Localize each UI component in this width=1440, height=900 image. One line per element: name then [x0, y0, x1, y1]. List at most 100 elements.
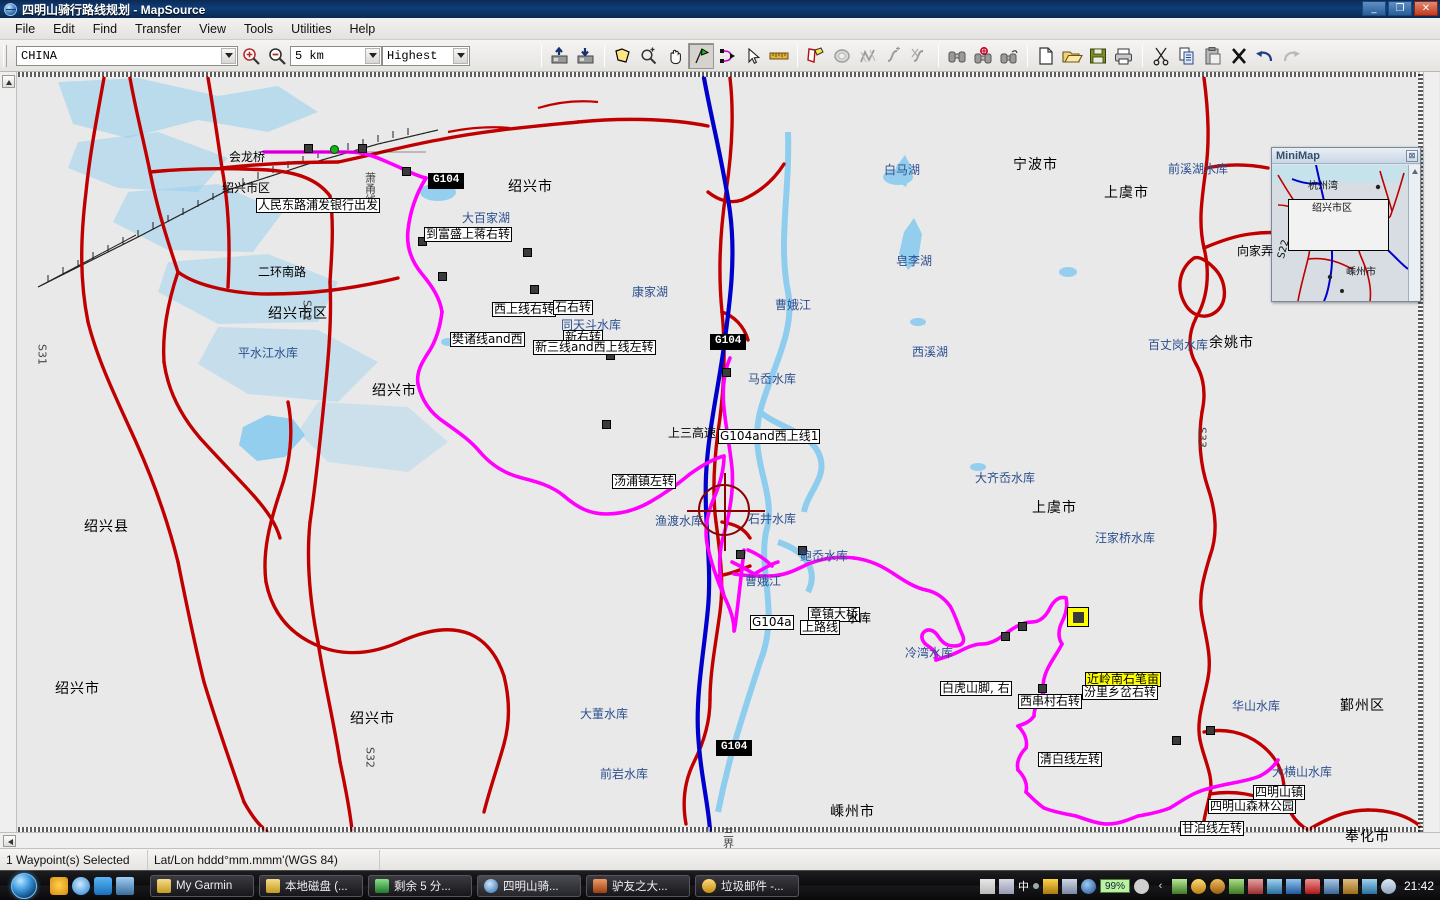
map-area[interactable]: 5 km GPS Map Detail MiniMap ⊠	[0, 72, 1440, 848]
update-icon[interactable]	[1190, 878, 1206, 894]
network-icon[interactable]	[1361, 878, 1377, 894]
media-player-icon[interactable]	[94, 876, 112, 895]
minimap-panel[interactable]: MiniMap ⊠ 杭州湾 绍兴市区 嵊州市 S22	[1271, 147, 1421, 302]
zoom-level-select[interactable]: 5 km	[290, 45, 382, 66]
security-shield-icon[interactable]	[1285, 878, 1301, 894]
waypoint-marker[interactable]	[1206, 726, 1215, 735]
scroll-left-arrow-icon[interactable]	[3, 835, 16, 847]
arrow-select-tool-button[interactable]	[740, 43, 766, 69]
waypoint-marker[interactable]	[523, 248, 532, 257]
hand-pan-tool-button[interactable]	[662, 43, 688, 69]
waypoint-marker[interactable]	[722, 368, 731, 377]
qq-icon[interactable]	[1209, 878, 1225, 894]
paste-button[interactable]	[1200, 43, 1226, 69]
waypoint-marker[interactable]	[358, 144, 367, 153]
map-product-select[interactable]: CHINA	[16, 45, 238, 66]
measure-ruler-button[interactable]	[766, 43, 792, 69]
waypoint-flag-tool-button[interactable]	[688, 42, 714, 69]
waypoint-start-marker[interactable]	[330, 145, 339, 154]
waypoint-marker[interactable]	[736, 550, 745, 559]
send-to-device-button[interactable]	[547, 43, 573, 69]
delete-x-button[interactable]	[1226, 43, 1252, 69]
toolbar-grip[interactable]	[3, 44, 7, 67]
task-button[interactable]: 剩余 5 分...	[368, 874, 472, 897]
scroll-up-arrow-icon[interactable]	[2, 75, 15, 88]
waypoint-marker[interactable]	[602, 420, 611, 429]
minimize-button[interactable]: _	[1362, 1, 1386, 16]
power-icon[interactable]	[1133, 878, 1149, 894]
draw-pencil-button[interactable]	[803, 43, 829, 69]
ime-mode-label[interactable]: 中	[1018, 878, 1029, 894]
chevron-down-icon[interactable]	[453, 47, 468, 64]
ime-keyboard-icon[interactable]	[1061, 878, 1077, 894]
binoculars-target-button[interactable]	[970, 43, 996, 69]
menu-view[interactable]: View	[190, 20, 235, 38]
download-icon[interactable]	[1266, 878, 1282, 894]
firewall-icon[interactable]	[1304, 878, 1320, 894]
task-button[interactable]: 驴友之大...	[586, 874, 690, 897]
printer-button[interactable]	[1111, 43, 1137, 69]
ime-toolbar-icon[interactable]	[998, 878, 1014, 894]
track-cut-button[interactable]	[907, 43, 933, 69]
network-monitor-icon[interactable]	[1247, 878, 1263, 894]
open-folder-button[interactable]	[1059, 43, 1085, 69]
task-button[interactable]: 四明山骑...	[477, 874, 581, 897]
menu-help[interactable]: Help	[340, 20, 384, 38]
menu-edit[interactable]: Edit	[44, 20, 84, 38]
minimap-scroll-up[interactable]	[1408, 165, 1420, 301]
binoculars-next-button[interactable]	[996, 43, 1022, 69]
receive-from-device-button[interactable]	[573, 43, 599, 69]
waypoint-marker[interactable]	[530, 285, 539, 294]
desktop-icon[interactable]	[116, 876, 134, 895]
help-icon[interactable]	[1080, 878, 1096, 894]
menu-utilities[interactable]: Utilities	[282, 20, 340, 38]
task-button[interactable]: My Garmin	[150, 874, 254, 897]
internet-explorer-icon[interactable]	[72, 876, 90, 895]
waypoint-marker[interactable]	[304, 144, 313, 153]
volume-icon[interactable]	[1380, 878, 1396, 894]
ime-punctuation-icon[interactable]	[1032, 883, 1039, 889]
maximize-button[interactable]: ❐	[1388, 1, 1412, 16]
route-tool-button[interactable]	[714, 43, 740, 69]
menu-tools[interactable]: Tools	[235, 20, 282, 38]
minimap-body[interactable]: 杭州湾 绍兴市区 嵊州市 S22	[1272, 165, 1420, 301]
waypoint-marker[interactable]	[1018, 622, 1027, 631]
chevron-down-icon[interactable]	[365, 47, 380, 64]
binoculars-find-button[interactable]	[944, 43, 970, 69]
tray-expand-chevron-icon[interactable]: ‹	[1153, 879, 1168, 894]
task-button[interactable]: 垃圾邮件 -...	[695, 874, 799, 897]
close-button[interactable]: ✕	[1414, 1, 1438, 16]
zoom-in-button[interactable]	[238, 43, 264, 69]
waypoint-marker[interactable]	[1001, 632, 1010, 641]
antivirus-icon[interactable]	[1171, 878, 1187, 894]
detail-level-select[interactable]: Highest	[382, 45, 470, 66]
menu-file[interactable]: File	[6, 20, 44, 38]
copy-button[interactable]	[1174, 43, 1200, 69]
track-split-button[interactable]	[881, 43, 907, 69]
screen-icon[interactable]	[1323, 878, 1339, 894]
save-disk-button[interactable]	[1085, 43, 1111, 69]
map-vertical-scrollbar-left[interactable]	[0, 72, 17, 832]
eraser-button[interactable]	[829, 43, 855, 69]
undo-arrow-button[interactable]	[1252, 43, 1278, 69]
selected-waypoint-marker[interactable]	[1067, 607, 1089, 627]
window-controls[interactable]: _ ❐ ✕	[1362, 1, 1438, 16]
menu-find[interactable]: Find	[84, 20, 126, 38]
new-file-button[interactable]	[1033, 43, 1059, 69]
chevron-down-icon[interactable]	[221, 47, 236, 64]
dictionary-icon[interactable]	[1228, 878, 1244, 894]
map-select-tool-button[interactable]	[610, 43, 636, 69]
start-button[interactable]	[2, 872, 46, 900]
track-button[interactable]	[855, 43, 881, 69]
ime-pen-icon[interactable]	[1042, 878, 1058, 894]
minimap-close-button[interactable]: ⊠	[1406, 150, 1418, 162]
clock[interactable]: 21:42	[1404, 879, 1434, 893]
zoom-tool-button[interactable]	[636, 43, 662, 69]
menu-transfer[interactable]: Transfer	[126, 20, 190, 38]
show-desktop-icon[interactable]	[50, 876, 68, 895]
waypoint-marker[interactable]	[438, 272, 447, 281]
usb-icon[interactable]	[1342, 878, 1358, 894]
waypoint-marker[interactable]	[402, 167, 411, 176]
battery-indicator[interactable]: 99%	[1099, 879, 1130, 893]
waypoint-marker[interactable]	[1172, 736, 1181, 745]
